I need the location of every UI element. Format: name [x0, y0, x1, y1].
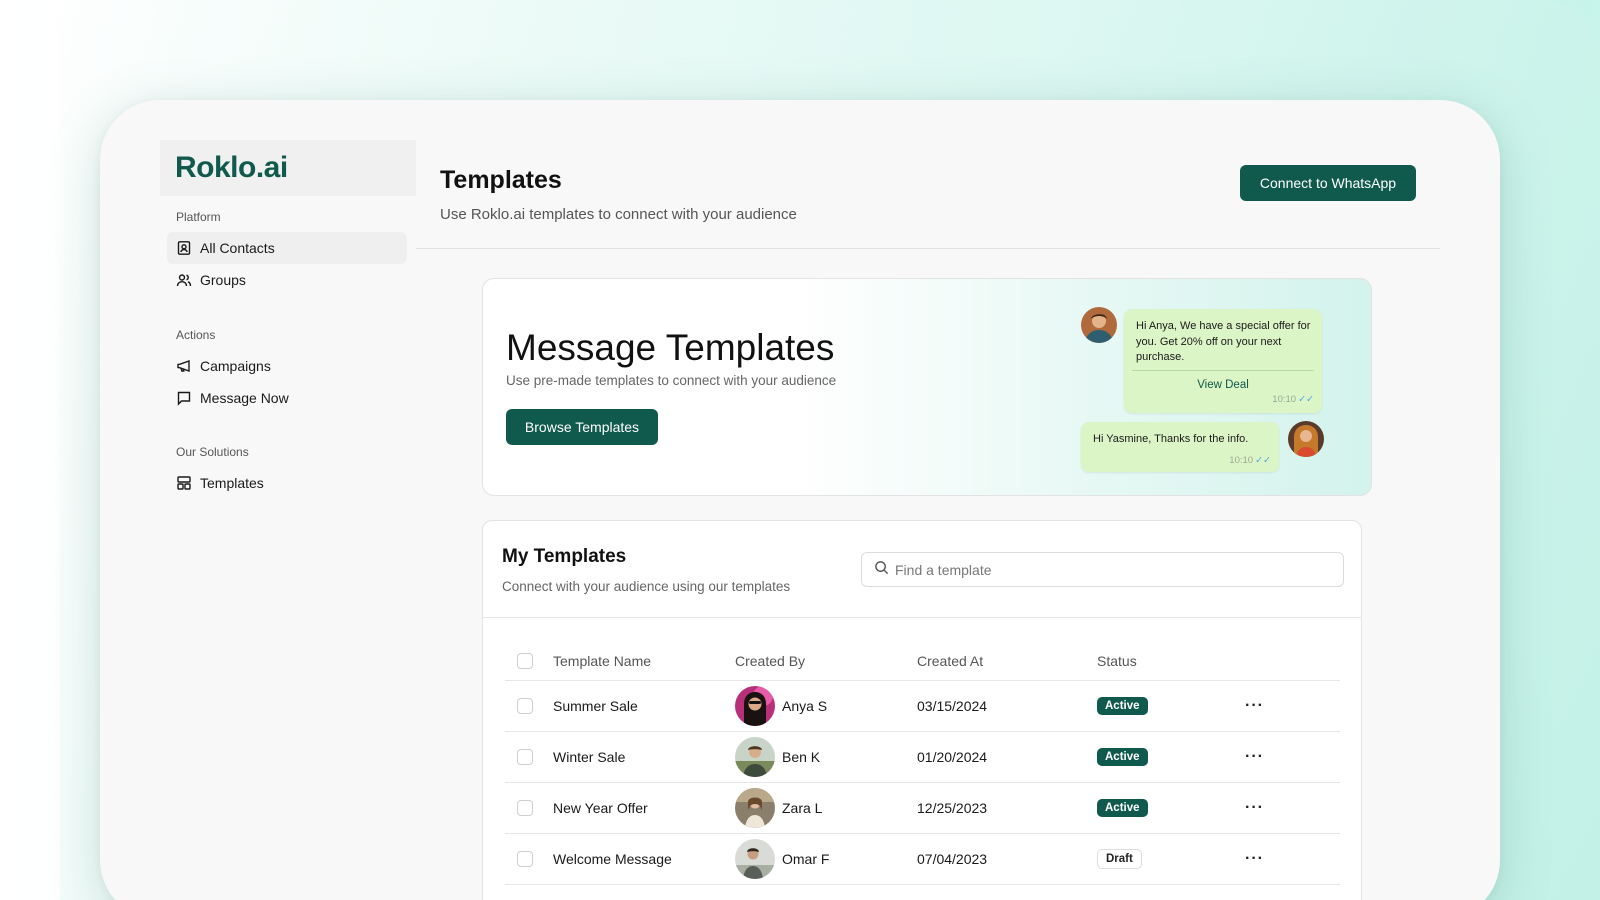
template-name: Welcome Message — [553, 851, 672, 867]
table-header-row: Template Name Created By Created At Stat… — [505, 641, 1340, 681]
select-all-checkbox[interactable] — [517, 652, 533, 669]
sidebar-heading: Actions — [176, 328, 216, 342]
view-deal-link[interactable]: View Deal — [1124, 379, 1322, 391]
card-divider — [483, 617, 1361, 618]
column-header-created-by[interactable]: Created By — [735, 641, 805, 680]
template-search[interactable] — [861, 552, 1344, 587]
contact-book-icon — [176, 240, 192, 256]
table-row[interactable]: New Year Offer Zara L 12/25/2023 Active … — [505, 783, 1340, 834]
my-templates-title: My Templates — [502, 546, 627, 567]
message-square-icon — [176, 390, 192, 406]
sidebar-item-campaigns[interactable]: Campaigns — [167, 350, 407, 382]
created-at: 12/25/2023 — [917, 800, 988, 816]
template-name: Summer Sale — [553, 698, 638, 714]
created-at: 03/15/2024 — [917, 698, 988, 714]
header-divider — [416, 248, 1440, 249]
chat-bubble-divider — [1132, 370, 1314, 371]
status-badge: Draft — [1097, 849, 1142, 869]
message-templates-hero: Message Templates Use pre-made templates… — [482, 278, 1372, 496]
creator-name: Omar F — [782, 851, 830, 867]
table-row[interactable]: Winter Sale Ben K 01/20/2024 Active ··· — [505, 732, 1340, 783]
creator-name: Ben K — [782, 749, 821, 765]
row-checkbox[interactable] — [517, 800, 533, 816]
status-badge: Active — [1097, 799, 1148, 817]
status-badge: Active — [1097, 697, 1148, 715]
status-badge: Active — [1097, 748, 1148, 766]
sidebar-item-label: All Contacts — [200, 240, 275, 256]
sidebar-item-label: Templates — [200, 475, 264, 491]
chat-bubble-offer: Hi Anya, We have a special offer for you… — [1124, 309, 1322, 413]
more-options-icon[interactable]: ··· — [1245, 850, 1264, 868]
logo-container[interactable]: Roklo.ai — [160, 140, 416, 196]
browse-templates-button[interactable]: Browse Templates — [506, 409, 658, 445]
row-checkbox[interactable] — [517, 851, 533, 867]
sidebar-item-all-contacts[interactable]: All Contacts — [167, 232, 407, 264]
sidebar-item-label: Message Now — [200, 390, 289, 406]
users-icon — [176, 272, 192, 288]
creator-name: Zara L — [782, 800, 823, 816]
app-window: Roklo.ai Platform All Contacts Groups Ac… — [100, 100, 1500, 900]
recipient-avatar — [1288, 421, 1324, 457]
chat-message-text: Hi Yasmine, Thanks for the info. — [1093, 433, 1249, 445]
megaphone-icon — [176, 358, 192, 374]
layout-template-icon — [176, 475, 192, 491]
row-checkbox[interactable] — [517, 749, 533, 765]
more-options-icon[interactable]: ··· — [1245, 697, 1264, 715]
sidebar-item-message-now[interactable]: Message Now — [167, 382, 407, 414]
hero-subtitle: Use pre-made templates to connect with y… — [506, 373, 837, 388]
page-subtitle: Use Roklo.ai templates to connect with y… — [440, 206, 797, 223]
avatar — [735, 839, 775, 879]
search-input[interactable] — [895, 561, 1335, 578]
page-title: Templates — [440, 166, 562, 194]
avatar — [735, 788, 775, 828]
template-name: New Year Offer — [553, 800, 648, 816]
more-options-icon[interactable]: ··· — [1245, 748, 1264, 766]
connect-whatsapp-button[interactable]: Connect to WhatsApp — [1240, 165, 1416, 201]
sidebar-section-platform: Platform All Contacts Groups — [160, 210, 416, 296]
sender-avatar — [1081, 307, 1117, 343]
avatar — [735, 737, 775, 777]
sidebar-heading: Platform — [176, 210, 221, 224]
sidebar-item-label: Campaigns — [200, 358, 271, 374]
search-icon — [874, 560, 895, 580]
templates-table: Template Name Created By Created At Stat… — [505, 641, 1340, 885]
column-header-created-at[interactable]: Created At — [917, 641, 983, 680]
row-checkbox[interactable] — [517, 698, 533, 714]
template-name: Winter Sale — [553, 749, 626, 765]
sidebar-item-label: Groups — [200, 272, 246, 288]
avatar — [735, 686, 775, 726]
chat-timestamp: 10:10 ✓✓ — [1272, 394, 1314, 405]
my-templates-card: My Templates Connect with your audience … — [482, 520, 1362, 900]
chat-bubble-reply: Hi Yasmine, Thanks for the info. 10:10 ✓✓ — [1081, 422, 1279, 472]
chat-message-text: Hi Anya, We have a special offer for you… — [1136, 320, 1311, 363]
hero-title: Message Templates — [506, 327, 835, 368]
logo: Roklo.ai — [175, 151, 288, 184]
read-ticks-icon: ✓✓ — [1255, 455, 1271, 466]
column-header-template-name[interactable]: Template Name — [553, 641, 651, 680]
sidebar-item-templates[interactable]: Templates — [167, 467, 407, 499]
column-header-status[interactable]: Status — [1097, 641, 1137, 680]
created-at: 07/04/2023 — [917, 851, 988, 867]
table-row[interactable]: Summer Sale Anya S 03/15/2024 Active ··· — [505, 681, 1340, 732]
more-options-icon[interactable]: ··· — [1245, 799, 1264, 817]
my-templates-subtitle: Connect with your audience using our tem… — [502, 579, 791, 594]
read-ticks-icon: ✓✓ — [1298, 394, 1314, 405]
created-at: 01/20/2024 — [917, 749, 988, 765]
sidebar-item-groups[interactable]: Groups — [167, 264, 407, 296]
creator-name: Anya S — [782, 698, 828, 714]
sidebar-section-our-solutions: Our Solutions Templates — [160, 445, 416, 499]
sidebar-heading: Our Solutions — [176, 445, 249, 459]
sidebar-section-actions: Actions Campaigns Message Now — [160, 328, 416, 414]
chat-timestamp: 10:10 ✓✓ — [1229, 455, 1271, 466]
table-row[interactable]: Welcome Message Omar F 07/04/2023 Draft … — [505, 834, 1340, 885]
